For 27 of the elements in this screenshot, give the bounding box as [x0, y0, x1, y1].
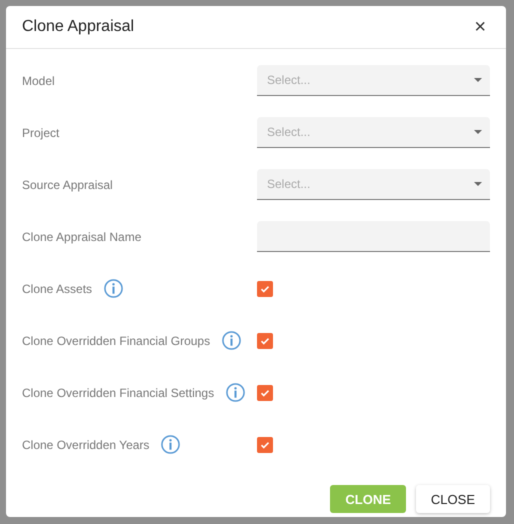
checkbox[interactable] — [257, 384, 273, 400]
input-field[interactable] — [257, 221, 490, 252]
caret-icon — [474, 130, 482, 134]
select-field[interactable]: Select... — [257, 65, 490, 96]
field-label: Clone Assets — [22, 282, 92, 296]
select-field[interactable]: Select... — [257, 117, 490, 148]
info-icon[interactable] — [161, 435, 180, 454]
checkbox[interactable] — [257, 280, 273, 296]
info-icon[interactable] — [226, 383, 246, 402]
close-button[interactable]: × — [470, 17, 490, 37]
checkbox[interactable] — [257, 436, 273, 452]
close-button[interactable]: CLOSE — [416, 485, 490, 513]
field-label: Clone Overridden Financial Groups — [22, 334, 210, 348]
field-label: Clone Appraisal Name — [22, 230, 142, 244]
field-label: Clone Overridden Financial Settings — [22, 386, 214, 400]
info-icon[interactable] — [104, 279, 124, 298]
field-label: Model — [22, 74, 55, 88]
field-label: Source Appraisal — [22, 178, 113, 192]
info-icon[interactable] — [222, 331, 242, 350]
caret-icon — [474, 182, 482, 186]
checkbox[interactable] — [257, 332, 273, 348]
select-field[interactable]: Select... — [257, 169, 490, 200]
field-label: Project — [22, 126, 60, 140]
caret-icon — [474, 78, 482, 82]
clone-button[interactable]: CLONE — [330, 485, 406, 513]
field-label: Clone Overridden Years — [22, 438, 150, 452]
dialog-title: Clone Appraisal — [22, 18, 134, 36]
